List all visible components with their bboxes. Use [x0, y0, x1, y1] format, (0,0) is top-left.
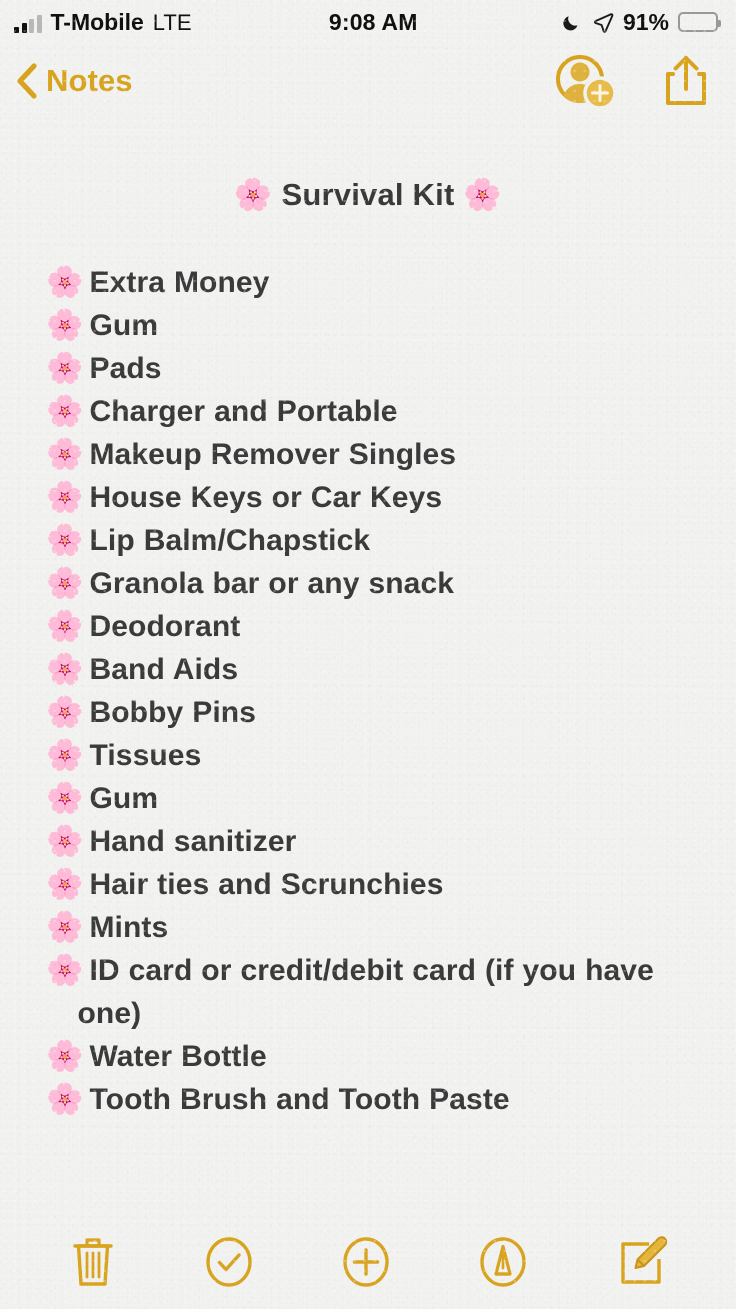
note-list-item[interactable]: 🌸 Charger and Portable	[46, 390, 710, 433]
cherry-blossom-icon: 🌸	[46, 653, 84, 686]
note-list-item-label: Hair ties and Scrunchies	[89, 868, 444, 901]
back-to-notes-button[interactable]: Notes	[14, 61, 133, 101]
share-button[interactable]	[662, 53, 710, 109]
delete-button[interactable]	[67, 1233, 119, 1291]
cherry-blossom-icon: 🌸	[46, 352, 84, 385]
bottom-toolbar	[0, 1225, 736, 1309]
note-list-item[interactable]: 🌸 Band Aids	[46, 648, 710, 691]
back-button-label: Notes	[46, 63, 133, 98]
cherry-blossom-icon: 🌸	[46, 266, 84, 299]
note-list-item[interactable]: 🌸 Deodorant	[46, 605, 710, 648]
cherry-blossom-icon: 🌸	[46, 911, 84, 944]
battery-icon	[678, 12, 721, 32]
cherry-blossom-icon: 🌸	[46, 868, 84, 901]
cherry-blossom-icon: 🌸	[46, 1040, 84, 1073]
note-list-item-label: Mints	[89, 911, 169, 944]
note-list-item-label: Tooth Brush and Tooth Paste	[89, 1083, 510, 1116]
note-list-item[interactable]: 🌸 Extra Money	[46, 261, 710, 304]
moon-icon	[561, 11, 583, 33]
note-list-item-label: House Keys or Car Keys	[89, 481, 443, 514]
note-list-item-label: Bobby Pins	[89, 696, 256, 729]
add-people-button[interactable]	[554, 53, 618, 109]
note-list-item-label: Gum	[89, 309, 159, 342]
cherry-blossom-icon: 🌸	[46, 481, 84, 514]
note-list-item-label: Hand sanitizer	[89, 825, 297, 858]
cherry-blossom-icon: 🌸	[46, 954, 84, 987]
status-bar: T-Mobile LTE 9:08 AM 91%	[0, 0, 736, 44]
note-list-item-label: Extra Money	[89, 266, 270, 299]
note-list-item[interactable]: 🌸 Hand sanitizer	[46, 820, 710, 863]
note-list-item-label: Tissues	[89, 739, 202, 772]
note-list-item[interactable]: 🌸 Makeup Remover Singles	[46, 433, 710, 476]
cherry-blossom-icon: 🌸	[46, 438, 84, 471]
person-add-icon	[556, 55, 617, 109]
note-list-item[interactable]: 🌸 Gum	[46, 304, 710, 347]
chevron-left-icon	[14, 61, 40, 101]
note-list-item[interactable]: 🌸 Pads	[46, 347, 710, 390]
check-circle-icon	[206, 1237, 252, 1287]
markup-pen-circle-icon	[480, 1237, 526, 1287]
note-checklist[interactable]: 🌸 Extra Money 🌸 Gum 🌸 Pads 🌸 Charger and Portab…	[26, 261, 710, 1121]
cherry-blossom-icon: 🌸	[46, 1083, 84, 1116]
navigation-bar: Notes	[0, 44, 736, 118]
note-list-item[interactable]: 🌸 Tissues	[46, 734, 710, 777]
cherry-blossom-icon: 🌸	[46, 739, 84, 772]
radio-type-label: LTE	[152, 9, 192, 35]
note-list-item[interactable]: 🌸 Granola bar or any snack	[46, 562, 710, 605]
note-list-item-label: Deodorant	[89, 610, 241, 643]
checklist-button[interactable]	[202, 1233, 256, 1291]
nav-actions	[554, 53, 716, 109]
cherry-blossom-icon: 🌸	[46, 567, 84, 600]
cherry-blossom-icon: 🌸	[46, 696, 84, 729]
signal-bars-icon	[14, 14, 42, 34]
note-list-item[interactable]: 🌸 Gum	[46, 777, 710, 820]
compose-icon	[620, 1236, 667, 1284]
note-list-item-label: Makeup Remover Singles	[89, 438, 457, 471]
note-list-item-label: Lip Balm/Chapstick	[89, 524, 371, 557]
status-bar-left: T-Mobile LTE	[14, 8, 192, 35]
note-list-item-label: Gum	[89, 782, 159, 815]
markup-button[interactable]	[476, 1233, 530, 1291]
status-bar-clock: 9:08 AM	[328, 8, 418, 35]
battery-percent-label: 91%	[622, 8, 669, 35]
cherry-blossom-icon: 🌸	[46, 782, 84, 815]
note-list-item[interactable]: 🌸 Water Bottle	[46, 1035, 710, 1078]
note-list-item-label: Water Bottle	[89, 1040, 267, 1073]
note-list-item-label: Charger and Portable	[89, 395, 398, 428]
cherry-blossom-icon: 🌸	[46, 395, 84, 428]
carrier-label: T-Mobile	[50, 8, 144, 35]
cherry-blossom-icon: 🌸	[46, 524, 84, 557]
note-title: 🌸 Survival Kit 🌸	[233, 177, 503, 212]
note-list-item[interactable]: 🌸 Mints	[46, 906, 710, 949]
note-list-item[interactable]: 🌸 House Keys or Car Keys	[46, 476, 710, 519]
cherry-blossom-icon: 🌸	[46, 825, 84, 858]
cherry-blossom-icon: 🌸	[46, 309, 84, 342]
note-list-item[interactable]: 🌸 Lip Balm/Chapstick	[46, 519, 710, 562]
location-arrow-icon	[592, 11, 614, 33]
note-list-item[interactable]: 🌸 Hair ties and Scrunchies	[46, 863, 710, 906]
add-button[interactable]	[339, 1233, 393, 1291]
note-list-item[interactable]: 🌸 ID card or credit/debit card (if you ha…	[46, 949, 710, 1035]
status-bar-right: 91%	[561, 8, 721, 36]
trash-icon	[73, 1238, 114, 1286]
note-list-item[interactable]: 🌸 Bobby Pins	[46, 691, 710, 734]
note-list-item-label: ID card or credit/debit card (if you hav…	[77, 954, 654, 1030]
note-list-item-label: Granola bar or any snack	[89, 567, 455, 600]
share-icon	[666, 56, 706, 105]
note-list-item-label: Pads	[89, 352, 162, 385]
compose-button[interactable]	[613, 1233, 669, 1291]
cherry-blossom-icon: 🌸	[46, 610, 84, 643]
note-list-item[interactable]: 🌸 Tooth Brush and Tooth Paste	[46, 1078, 710, 1121]
note-list-item-label: Band Aids	[89, 653, 239, 686]
plus-circle-icon	[343, 1237, 389, 1287]
note-body[interactable]: 🌸 Survival Kit 🌸 🌸 Extra Money 🌸 Gum 🌸 Pads 🌸 C…	[0, 118, 736, 1121]
